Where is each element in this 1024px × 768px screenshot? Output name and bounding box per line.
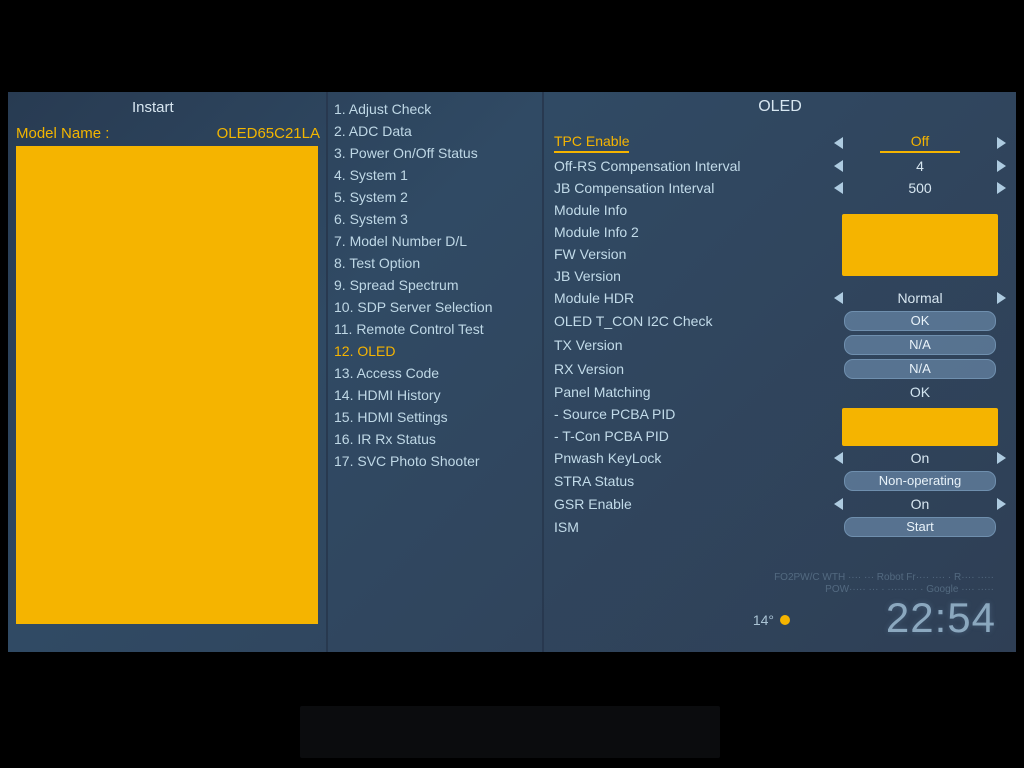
- arrow-left-icon[interactable]: [834, 160, 843, 172]
- menu-item[interactable]: 9. Spread Spectrum: [328, 274, 542, 296]
- row-label: Off-RS Compensation Interval: [554, 157, 834, 175]
- row-value: On: [880, 449, 960, 467]
- arrow-right-icon[interactable]: [997, 160, 1006, 172]
- row-label: OLED T_CON I2C Check: [554, 312, 834, 330]
- menu-item[interactable]: 2. ADC Data: [328, 120, 542, 142]
- model-name-value: OLED65C21LA: [217, 125, 320, 142]
- model-row: Model Name : OLED65C21LA: [8, 122, 326, 144]
- arrow-left-icon[interactable]: [834, 452, 843, 464]
- row-label: RX Version: [554, 360, 834, 378]
- arrow-left-icon[interactable]: [834, 137, 843, 149]
- row-value-cell[interactable]: On: [834, 449, 1006, 467]
- row-value-cell: OK: [834, 311, 1006, 331]
- detail-row[interactable]: Module HDR Normal: [554, 287, 1006, 309]
- instart-label: Instart: [132, 99, 174, 116]
- menu-item[interactable]: 1. Adjust Check: [328, 98, 542, 120]
- row-label: Pnwash KeyLock: [554, 449, 834, 467]
- home-ticker: FO2PW/C WTH ···· ··· Robot Fr···· ···· ·…: [774, 572, 994, 596]
- value-pill[interactable]: Start: [844, 517, 996, 537]
- clock: 22:54: [886, 594, 996, 642]
- row-value-cell: OK: [834, 383, 1006, 401]
- row-label: STRA Status: [554, 472, 834, 490]
- value-pill[interactable]: N/A: [844, 359, 996, 379]
- value-pill[interactable]: N/A: [844, 335, 996, 355]
- redaction-block-versions: [842, 214, 998, 276]
- row-value: 500: [880, 179, 960, 197]
- detail-row[interactable]: Off-RS Compensation Interval 4: [554, 155, 1006, 177]
- row-value-cell: Start: [834, 517, 1006, 537]
- detail-row[interactable]: OLED T_CON I2C Check OK: [554, 309, 1006, 333]
- model-name-label: Model Name :: [16, 125, 109, 142]
- weather-sun-icon: [780, 615, 790, 625]
- ticker-line-1: FO2PW/C WTH ···· ··· Robot Fr···· ···· ·…: [774, 572, 994, 584]
- detail-row[interactable]: TPC Enable Off: [554, 130, 1006, 155]
- row-label: Module HDR: [554, 289, 834, 307]
- detail-row[interactable]: Pnwash KeyLock On: [554, 447, 1006, 469]
- arrow-left-icon[interactable]: [834, 498, 843, 510]
- detail-title: OLED: [544, 92, 1016, 120]
- row-value-cell: Non-operating: [834, 471, 1006, 491]
- menu-item[interactable]: 13. Access Code: [328, 362, 542, 384]
- menu-item[interactable]: 15. HDMI Settings: [328, 406, 542, 428]
- detail-rows: TPC EnableOffOff-RS Compensation Interva…: [554, 130, 1006, 539]
- row-label: TX Version: [554, 336, 834, 354]
- row-value-cell[interactable]: Off: [834, 132, 1006, 153]
- detail-row[interactable]: TX Version N/A: [554, 333, 1006, 357]
- menu-item[interactable]: 7. Model Number D/L: [328, 230, 542, 252]
- row-value: Normal: [880, 289, 960, 307]
- row-label: JB Compensation Interval: [554, 179, 834, 197]
- redaction-block-left: [16, 146, 318, 624]
- arrow-right-icon[interactable]: [997, 292, 1006, 304]
- redaction-block-pcba: [842, 408, 998, 446]
- arrow-right-icon[interactable]: [997, 182, 1006, 194]
- left-header: Instart: [8, 92, 326, 122]
- menu-list[interactable]: 1. Adjust Check2. ADC Data3. Power On/Of…: [328, 98, 542, 472]
- row-value-cell[interactable]: 4: [834, 157, 1006, 175]
- row-value-cell: N/A: [834, 335, 1006, 355]
- detail-panel: OLED TPC EnableOffOff-RS Compensation In…: [544, 92, 1016, 652]
- arrow-right-icon[interactable]: [997, 452, 1006, 464]
- detail-row: Panel Matching OK: [554, 381, 1006, 403]
- arrow-left-icon[interactable]: [834, 292, 843, 304]
- row-value: Off: [880, 132, 960, 153]
- service-menu-screen: Instart Model Name : OLED65C21LA 1. Adju…: [8, 92, 1016, 652]
- menu-item[interactable]: 6. System 3: [328, 208, 542, 230]
- detail-row[interactable]: RX Version N/A: [554, 357, 1006, 381]
- menu-item[interactable]: 17. SVC Photo Shooter: [328, 450, 542, 472]
- menu-item[interactable]: 3. Power On/Off Status: [328, 142, 542, 164]
- menu-item[interactable]: 11. Remote Control Test: [328, 318, 542, 340]
- detail-row[interactable]: GSR Enable On: [554, 493, 1006, 515]
- row-value-cell[interactable]: On: [834, 495, 1006, 513]
- menu-item[interactable]: 16. IR Rx Status: [328, 428, 542, 450]
- arrow-right-icon[interactable]: [997, 137, 1006, 149]
- row-value: OK: [880, 383, 960, 401]
- menu-item[interactable]: 5. System 2: [328, 186, 542, 208]
- row-label: Panel Matching: [554, 383, 834, 401]
- menu-item[interactable]: 4. System 1: [328, 164, 542, 186]
- row-label: GSR Enable: [554, 495, 834, 513]
- menu-panel: 1. Adjust Check2. ADC Data3. Power On/Of…: [328, 92, 544, 652]
- tv-stand: [300, 706, 720, 758]
- row-value: 4: [880, 157, 960, 175]
- row-value-cell: N/A: [834, 359, 1006, 379]
- arrow-left-icon[interactable]: [834, 182, 843, 194]
- row-value-cell[interactable]: 500: [834, 179, 1006, 197]
- row-label: ISM: [554, 518, 834, 536]
- arrow-right-icon[interactable]: [997, 498, 1006, 510]
- weather-widget: 14°: [753, 612, 790, 628]
- detail-row[interactable]: STRA Status Non-operating: [554, 469, 1006, 493]
- menu-item[interactable]: 8. Test Option: [328, 252, 542, 274]
- value-pill[interactable]: OK: [844, 311, 996, 331]
- detail-row[interactable]: ISM Start: [554, 515, 1006, 539]
- detail-row[interactable]: JB Compensation Interval 500: [554, 177, 1006, 199]
- row-value-cell[interactable]: Normal: [834, 289, 1006, 307]
- menu-item[interactable]: 14. HDMI History: [328, 384, 542, 406]
- temperature-value: 14°: [753, 612, 774, 628]
- value-pill[interactable]: Non-operating: [844, 471, 996, 491]
- row-label: TPC Enable: [554, 132, 629, 153]
- menu-item[interactable]: 10. SDP Server Selection: [328, 296, 542, 318]
- menu-item[interactable]: 12. OLED: [328, 340, 542, 362]
- row-value: On: [880, 495, 960, 513]
- left-panel: Instart Model Name : OLED65C21LA: [8, 92, 328, 652]
